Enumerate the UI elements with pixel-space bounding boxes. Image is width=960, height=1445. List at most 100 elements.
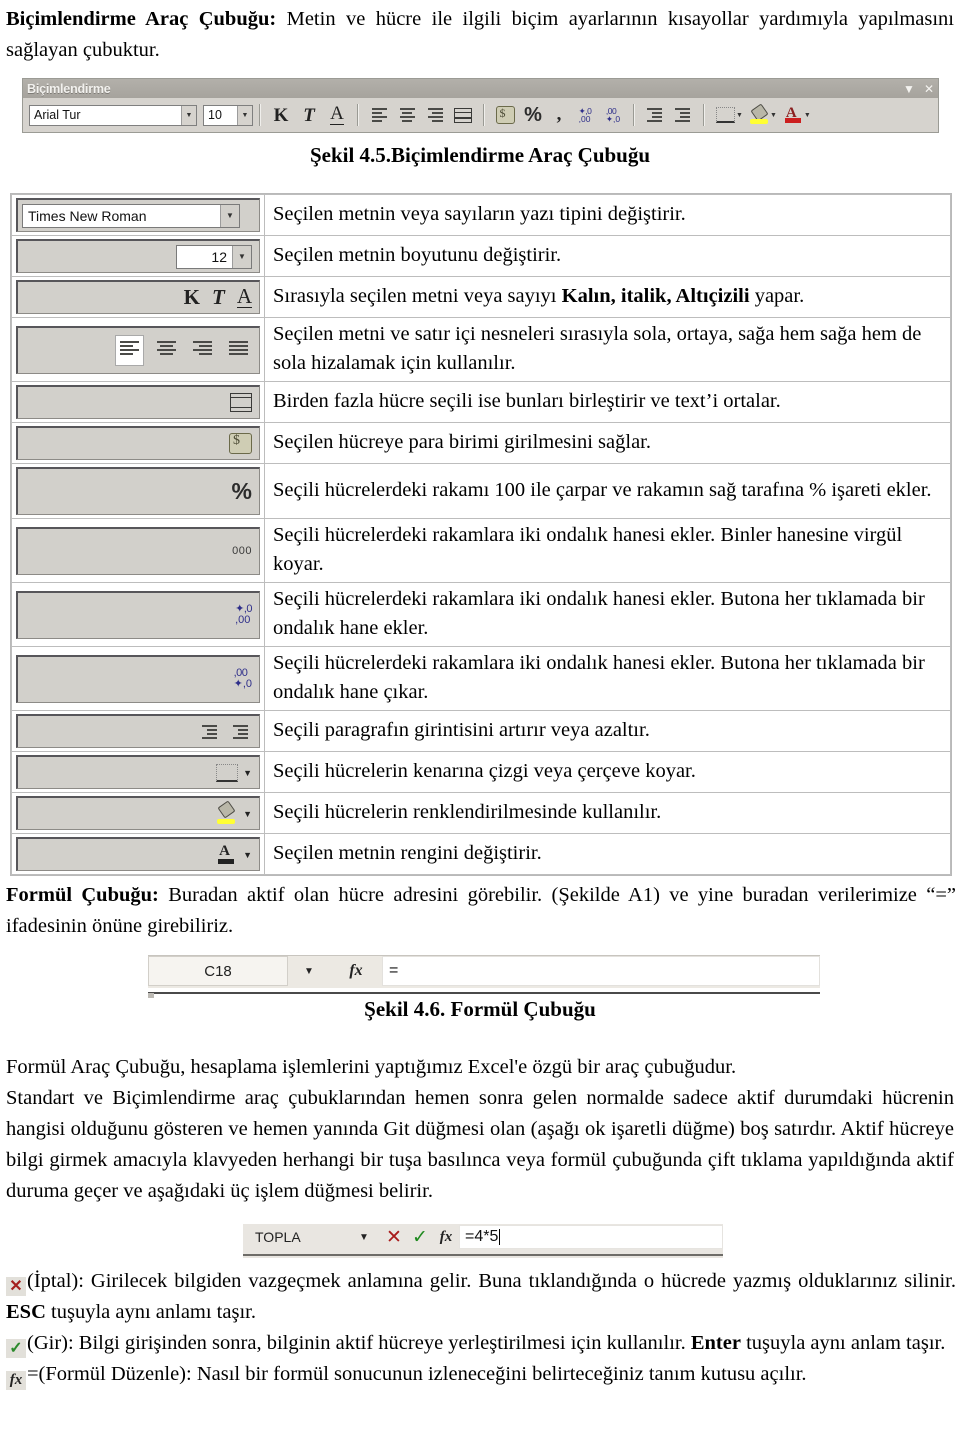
formula-input[interactable]: = xyxy=(382,956,820,986)
fill-color-button[interactable] xyxy=(745,102,773,128)
table-row: ✦,0,00 Seçili hücrelerdeki rakamlara iki… xyxy=(11,582,951,647)
align-justify-icon[interactable] xyxy=(225,336,252,365)
intro-paragraph: Biçimlendirme Araç Çubuğu: Metin ve hücr… xyxy=(6,4,954,66)
explanation-formula-edit: fx =(Formül Düzenle): Nasıl bir formül so… xyxy=(6,1359,956,1390)
cell-reference-box[interactable]: C18 xyxy=(148,956,288,986)
italic-button[interactable]: T xyxy=(295,102,323,128)
insert-function-icon[interactable]: fx xyxy=(330,956,382,986)
chevron-down-icon[interactable]: ▼ xyxy=(243,850,252,860)
icon-cell: A ▼ xyxy=(11,833,265,875)
align-center-icon[interactable] xyxy=(153,336,180,365)
cancel-icon[interactable]: ✕ xyxy=(6,1277,26,1296)
increase-indent-icon[interactable] xyxy=(233,723,252,741)
percent-style-icon[interactable]: % xyxy=(232,478,252,505)
name-box-dropdown-icon[interactable]: ▼ xyxy=(288,956,330,986)
increase-decimal-icon[interactable]: ✦,0,00 xyxy=(235,604,252,626)
chevron-down-icon[interactable]: ▼ xyxy=(243,768,252,778)
decrease-decimal-graphic[interactable]: ,00 ✦,0 xyxy=(16,654,260,703)
increase-decimal-button[interactable]: ✦,0,00 xyxy=(571,102,599,128)
font-color-icon[interactable]: A xyxy=(217,843,238,865)
underline-icon[interactable]: A xyxy=(236,286,252,308)
divider xyxy=(259,104,261,126)
borders-graphic[interactable]: ▼ xyxy=(16,755,260,789)
chevron-down-icon[interactable]: ▼ xyxy=(804,112,811,119)
description-cell: Seçili paragrafın girintisini artırır ve… xyxy=(264,710,951,752)
icon-cell: K T A xyxy=(11,276,265,318)
font-name-combo[interactable]: Arial Tur ▼ xyxy=(29,104,197,126)
cancel-icon[interactable]: ✕ xyxy=(381,1226,407,1249)
font-color-button[interactable]: A xyxy=(779,102,807,128)
align-right-icon[interactable] xyxy=(189,336,216,365)
toolbar-options-icon[interactable]: ▼ xyxy=(903,83,915,95)
align-left-icon[interactable] xyxy=(115,334,144,366)
function-name-box[interactable]: TOPLA xyxy=(243,1229,347,1245)
indent-buttons-graphic[interactable] xyxy=(16,714,260,748)
font-name-combo-graphic[interactable]: Times New Roman ▼ xyxy=(16,198,260,232)
table-row: 12 ▼ Seçilen metnin boyutunu değiştirir. xyxy=(11,235,951,277)
font-name-value: Times New Roman xyxy=(28,207,147,224)
topla-formula-bar-figure: TOPLA ▼ ✕ ✓ fx =4*5 xyxy=(243,1224,723,1258)
decrease-indent-button[interactable] xyxy=(641,102,669,128)
currency-style-icon[interactable]: $ xyxy=(229,433,252,454)
font-size-combo-graphic[interactable]: 12 ▼ xyxy=(16,239,260,273)
fill-color-icon[interactable] xyxy=(217,800,238,824)
chevron-down-icon[interactable]: ▼ xyxy=(347,1232,381,1243)
decrease-indent-icon[interactable] xyxy=(202,723,221,741)
percent-style-graphic[interactable]: % xyxy=(16,467,260,515)
borders-icon[interactable] xyxy=(216,763,239,782)
explanation-enter-post: tuşuyla aynı anlam taşır. xyxy=(740,1332,946,1354)
alignment-buttons-graphic[interactable] xyxy=(16,325,260,374)
fill-color-graphic[interactable]: ▼ xyxy=(16,796,260,830)
font-size-combo[interactable]: 10 ▼ xyxy=(203,104,253,126)
comma-style-icon[interactable]: 000 xyxy=(232,545,252,557)
body-line-2: Standart ve Biçimlendirme araç çubukları… xyxy=(6,1087,954,1202)
chevron-down-icon[interactable]: ▼ xyxy=(181,105,196,125)
merge-and-center-graphic[interactable] xyxy=(16,385,260,419)
currency-style-button[interactable]: $ xyxy=(491,102,519,128)
chevron-down-icon[interactable]: ▼ xyxy=(232,245,251,268)
description-cell: Seçili hücrelerin renklendirilmesinde ku… xyxy=(264,792,951,834)
icon-cell: ✦,0,00 xyxy=(11,582,265,647)
explanation-cancel-bold: ESC xyxy=(6,1301,46,1323)
table-row: ▼ Seçili hücrelerin kenarına çizgi veya … xyxy=(11,751,951,793)
chevron-down-icon[interactable]: ▼ xyxy=(243,809,252,819)
font-name-combo[interactable]: Times New Roman ▼ xyxy=(22,203,240,228)
font-color-graphic[interactable]: A ▼ xyxy=(16,837,260,871)
decrease-decimal-button[interactable]: ,00 ✦,0 xyxy=(599,102,627,128)
merge-and-center-button[interactable] xyxy=(449,102,477,128)
increase-decimal-graphic[interactable]: ✦,0,00 xyxy=(16,590,260,639)
enter-icon[interactable]: ✓ xyxy=(407,1226,433,1249)
bold-icon[interactable]: K xyxy=(184,285,200,310)
bold-button[interactable]: K xyxy=(267,102,295,128)
formula-edit-icon[interactable]: fx xyxy=(433,1229,459,1246)
chevron-down-icon[interactable]: ▼ xyxy=(770,112,777,119)
explanation-cancel-pre: (İptal): Girilecek bilgiden vazgeçmek an… xyxy=(27,1270,956,1292)
chevron-down-icon[interactable]: ▼ xyxy=(220,204,239,227)
description-cell: Seçili hücrelerdeki rakamlara iki ondalı… xyxy=(264,646,951,711)
bold-italic-underline-graphic[interactable]: K T A xyxy=(16,280,260,314)
merge-and-center-icon[interactable] xyxy=(230,393,252,412)
borders-button[interactable] xyxy=(711,102,739,128)
align-right-button[interactable] xyxy=(421,102,449,128)
comma-style-button[interactable]: , xyxy=(547,102,571,128)
intro-lead: Biçimlendirme Araç Çubuğu: xyxy=(6,8,277,30)
formula-input[interactable]: =4*5 xyxy=(459,1225,723,1249)
decrease-decimal-icon[interactable]: ,00 ✦,0 xyxy=(234,668,252,690)
icon-cell xyxy=(11,381,265,423)
formula-lead: Formül Çubuğu: xyxy=(6,884,159,906)
close-icon[interactable]: ✕ xyxy=(924,83,934,95)
italic-icon[interactable]: T xyxy=(212,285,225,310)
font-size-combo[interactable]: 12 ▼ xyxy=(176,244,252,269)
enter-icon[interactable]: ✓ xyxy=(6,1339,26,1358)
chevron-down-icon[interactable]: ▼ xyxy=(237,105,252,125)
comma-style-graphic[interactable]: 000 xyxy=(16,526,260,575)
desc-post: yapar. xyxy=(749,285,805,307)
percent-style-button[interactable]: % xyxy=(519,102,547,128)
align-left-button[interactable] xyxy=(365,102,393,128)
currency-style-graphic[interactable]: $ xyxy=(16,426,260,460)
underline-button[interactable]: A xyxy=(323,102,351,128)
increase-indent-button[interactable] xyxy=(669,102,697,128)
formula-edit-icon[interactable]: fx xyxy=(6,1371,26,1390)
chevron-down-icon[interactable]: ▼ xyxy=(736,112,743,119)
align-center-button[interactable] xyxy=(393,102,421,128)
